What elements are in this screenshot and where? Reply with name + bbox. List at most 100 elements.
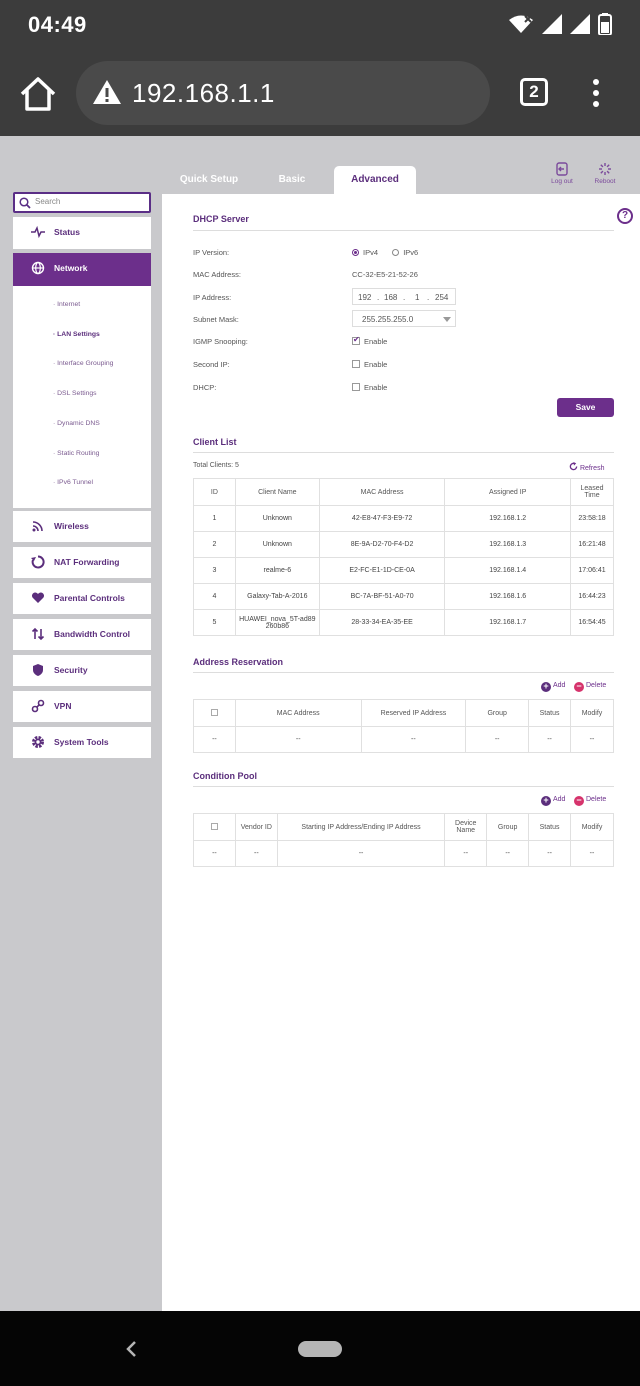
select-all-checkbox[interactable]	[210, 708, 218, 716]
reservation-add-button[interactable]: + Add	[541, 682, 565, 692]
pulse-icon	[31, 225, 45, 239]
ipv6-label: IPv6	[403, 248, 419, 257]
reservation-delete-button[interactable]: − Delete	[574, 682, 606, 692]
sidebar-item-system-tools[interactable]: System Tools	[13, 727, 151, 758]
tab-quick-setup[interactable]: Quick Setup	[172, 166, 246, 194]
sidebar-item-label: NAT Forwarding	[54, 557, 120, 567]
col-id: ID	[193, 478, 236, 506]
pool-delete-button[interactable]: − Delete	[574, 796, 606, 806]
submenu-internet[interactable]: · Internet	[53, 301, 80, 308]
sidebar-item-status[interactable]: Status	[13, 217, 151, 249]
sidebar-item-label: Parental Controls	[54, 593, 125, 603]
select-all-checkbox[interactable]	[210, 822, 218, 830]
condition-pool-table: Vendor ID Starting IP Address/Ending IP …	[193, 813, 614, 867]
wifi-icon	[509, 15, 533, 33]
cell: 2	[193, 531, 236, 558]
col-modify: Modify	[570, 699, 614, 727]
ipv6-radio[interactable]	[392, 249, 400, 256]
subnet-mask-select[interactable]: 255.255.255.0	[352, 310, 456, 327]
table-row: 1 Unknown 42-E8-47-F3-E9-72 192.168.1.2 …	[193, 505, 614, 532]
system-nav-bar	[0, 1311, 640, 1386]
save-button[interactable]: Save	[557, 398, 614, 417]
table-row: 5 HUAWEI_nova_5T-ad89 260b86 28-33-34-EA…	[193, 609, 614, 636]
cell: --	[234, 726, 362, 753]
sidebar-item-bandwidth-control[interactable]: Bandwidth Control	[13, 619, 151, 650]
ip-octet-3[interactable]: 1	[415, 293, 419, 302]
cell: --	[528, 840, 572, 867]
url-text[interactable]: 192.168.1.1	[132, 78, 275, 109]
address-reservation-title: Address Reservation	[193, 657, 284, 667]
tab-switcher-button[interactable]: 2	[520, 78, 548, 106]
igmp-snooping-checkbox[interactable]	[352, 335, 360, 345]
divider	[193, 786, 614, 787]
logout-button[interactable]: Log out	[544, 162, 580, 185]
pool-add-button[interactable]: + Add	[541, 796, 565, 806]
url-bar[interactable]: 192.168.1.1	[76, 61, 490, 125]
submenu-ipv6-tunnel[interactable]: · IPv6 Tunnel	[53, 479, 93, 486]
cell: 17:06:41	[570, 557, 614, 584]
warning-icon[interactable]	[92, 79, 122, 105]
delete-label: Delete	[586, 682, 607, 689]
search-input[interactable]: Search	[13, 192, 151, 213]
status-bar: 04:49	[0, 0, 640, 50]
cell: HUAWEI_nova_5T-ad89 260b86	[234, 609, 320, 636]
minus-icon: −	[574, 796, 584, 806]
sidebar-item-nat-forwarding[interactable]: NAT Forwarding	[13, 547, 151, 578]
sidebar-item-label: Security	[54, 665, 88, 675]
second-ip-label: Second IP:	[193, 360, 230, 369]
refresh-button[interactable]: Refresh	[569, 462, 604, 472]
home-icon[interactable]	[18, 76, 58, 112]
table-header: Vendor ID Starting IP Address/Ending IP …	[193, 813, 614, 841]
sidebar-item-network[interactable]: Network	[13, 253, 151, 286]
col-mac-address: MAC Address	[234, 699, 362, 727]
signal-icon-2	[570, 14, 590, 34]
refresh-label: Refresh	[579, 465, 605, 472]
table-row: -- -- -- -- -- -- --	[193, 840, 614, 867]
ip-octet-1[interactable]: 192	[358, 293, 371, 302]
dhcp-checkbox[interactable]	[352, 383, 360, 391]
submenu-dynamic-dns[interactable]: · Dynamic DNS	[53, 420, 100, 427]
battery-icon	[598, 13, 612, 35]
ipv4-radio[interactable]	[352, 249, 359, 256]
tab-advanced[interactable]: Advanced	[334, 166, 416, 194]
more-menu-icon[interactable]	[590, 79, 602, 109]
sidebar-item-parental-controls[interactable]: Parental Controls	[13, 583, 151, 614]
sidebar-item-vpn[interactable]: VPN	[13, 691, 151, 722]
submenu-static-routing[interactable]: · Static Routing	[53, 450, 99, 457]
back-icon[interactable]	[124, 1340, 138, 1358]
key-link-icon	[31, 699, 45, 713]
sidebar-item-label: Wireless	[54, 521, 89, 531]
table-header: ID Client Name MAC Address Assigned IP L…	[193, 478, 614, 506]
chevron-down-icon	[443, 317, 451, 322]
second-ip-enable-label: Enable	[364, 360, 388, 369]
cell: 16:21:48	[570, 531, 614, 558]
submenu-dsl-settings[interactable]: · DSL Settings	[53, 390, 97, 397]
cell: 192.168.1.2	[444, 505, 572, 532]
tab-basic[interactable]: Basic	[260, 166, 324, 194]
dhcp-label: DHCP:	[193, 383, 217, 392]
client-table: ID Client Name MAC Address Assigned IP L…	[193, 478, 614, 636]
col-vendor-id: Vendor ID	[234, 813, 278, 841]
search-placeholder: Search	[35, 197, 61, 206]
condition-pool-title: Condition Pool	[193, 771, 257, 781]
home-pill[interactable]	[298, 1341, 342, 1357]
ip-octet-2[interactable]: 168	[384, 293, 397, 302]
submenu-lan-settings[interactable]: · LAN Settings	[53, 331, 100, 338]
select-all-cell	[193, 813, 236, 841]
sidebar-item-label: Bandwidth Control	[54, 629, 131, 639]
cell: 42-E8-47-F3-E9-72	[318, 505, 446, 532]
cell: --	[193, 726, 236, 753]
cell: 192.168.1.4	[444, 557, 572, 584]
ip-octet-4[interactable]: 254	[435, 293, 448, 302]
ip-address-input[interactable]: 192 . 168 . 1 . 254	[352, 288, 456, 305]
sidebar-item-wireless[interactable]: Wireless	[13, 511, 151, 542]
reboot-button[interactable]: Reboot	[587, 162, 623, 185]
submenu-interface-grouping[interactable]: · Interface Grouping	[53, 360, 113, 367]
refresh-icon	[569, 462, 578, 471]
plus-icon: +	[541, 682, 551, 692]
cell: --	[444, 840, 488, 867]
delete-label: Delete	[586, 796, 607, 803]
sidebar-item-security[interactable]: Security	[13, 655, 151, 686]
second-ip-checkbox[interactable]	[352, 360, 360, 368]
help-icon[interactable]: ?	[617, 208, 633, 224]
